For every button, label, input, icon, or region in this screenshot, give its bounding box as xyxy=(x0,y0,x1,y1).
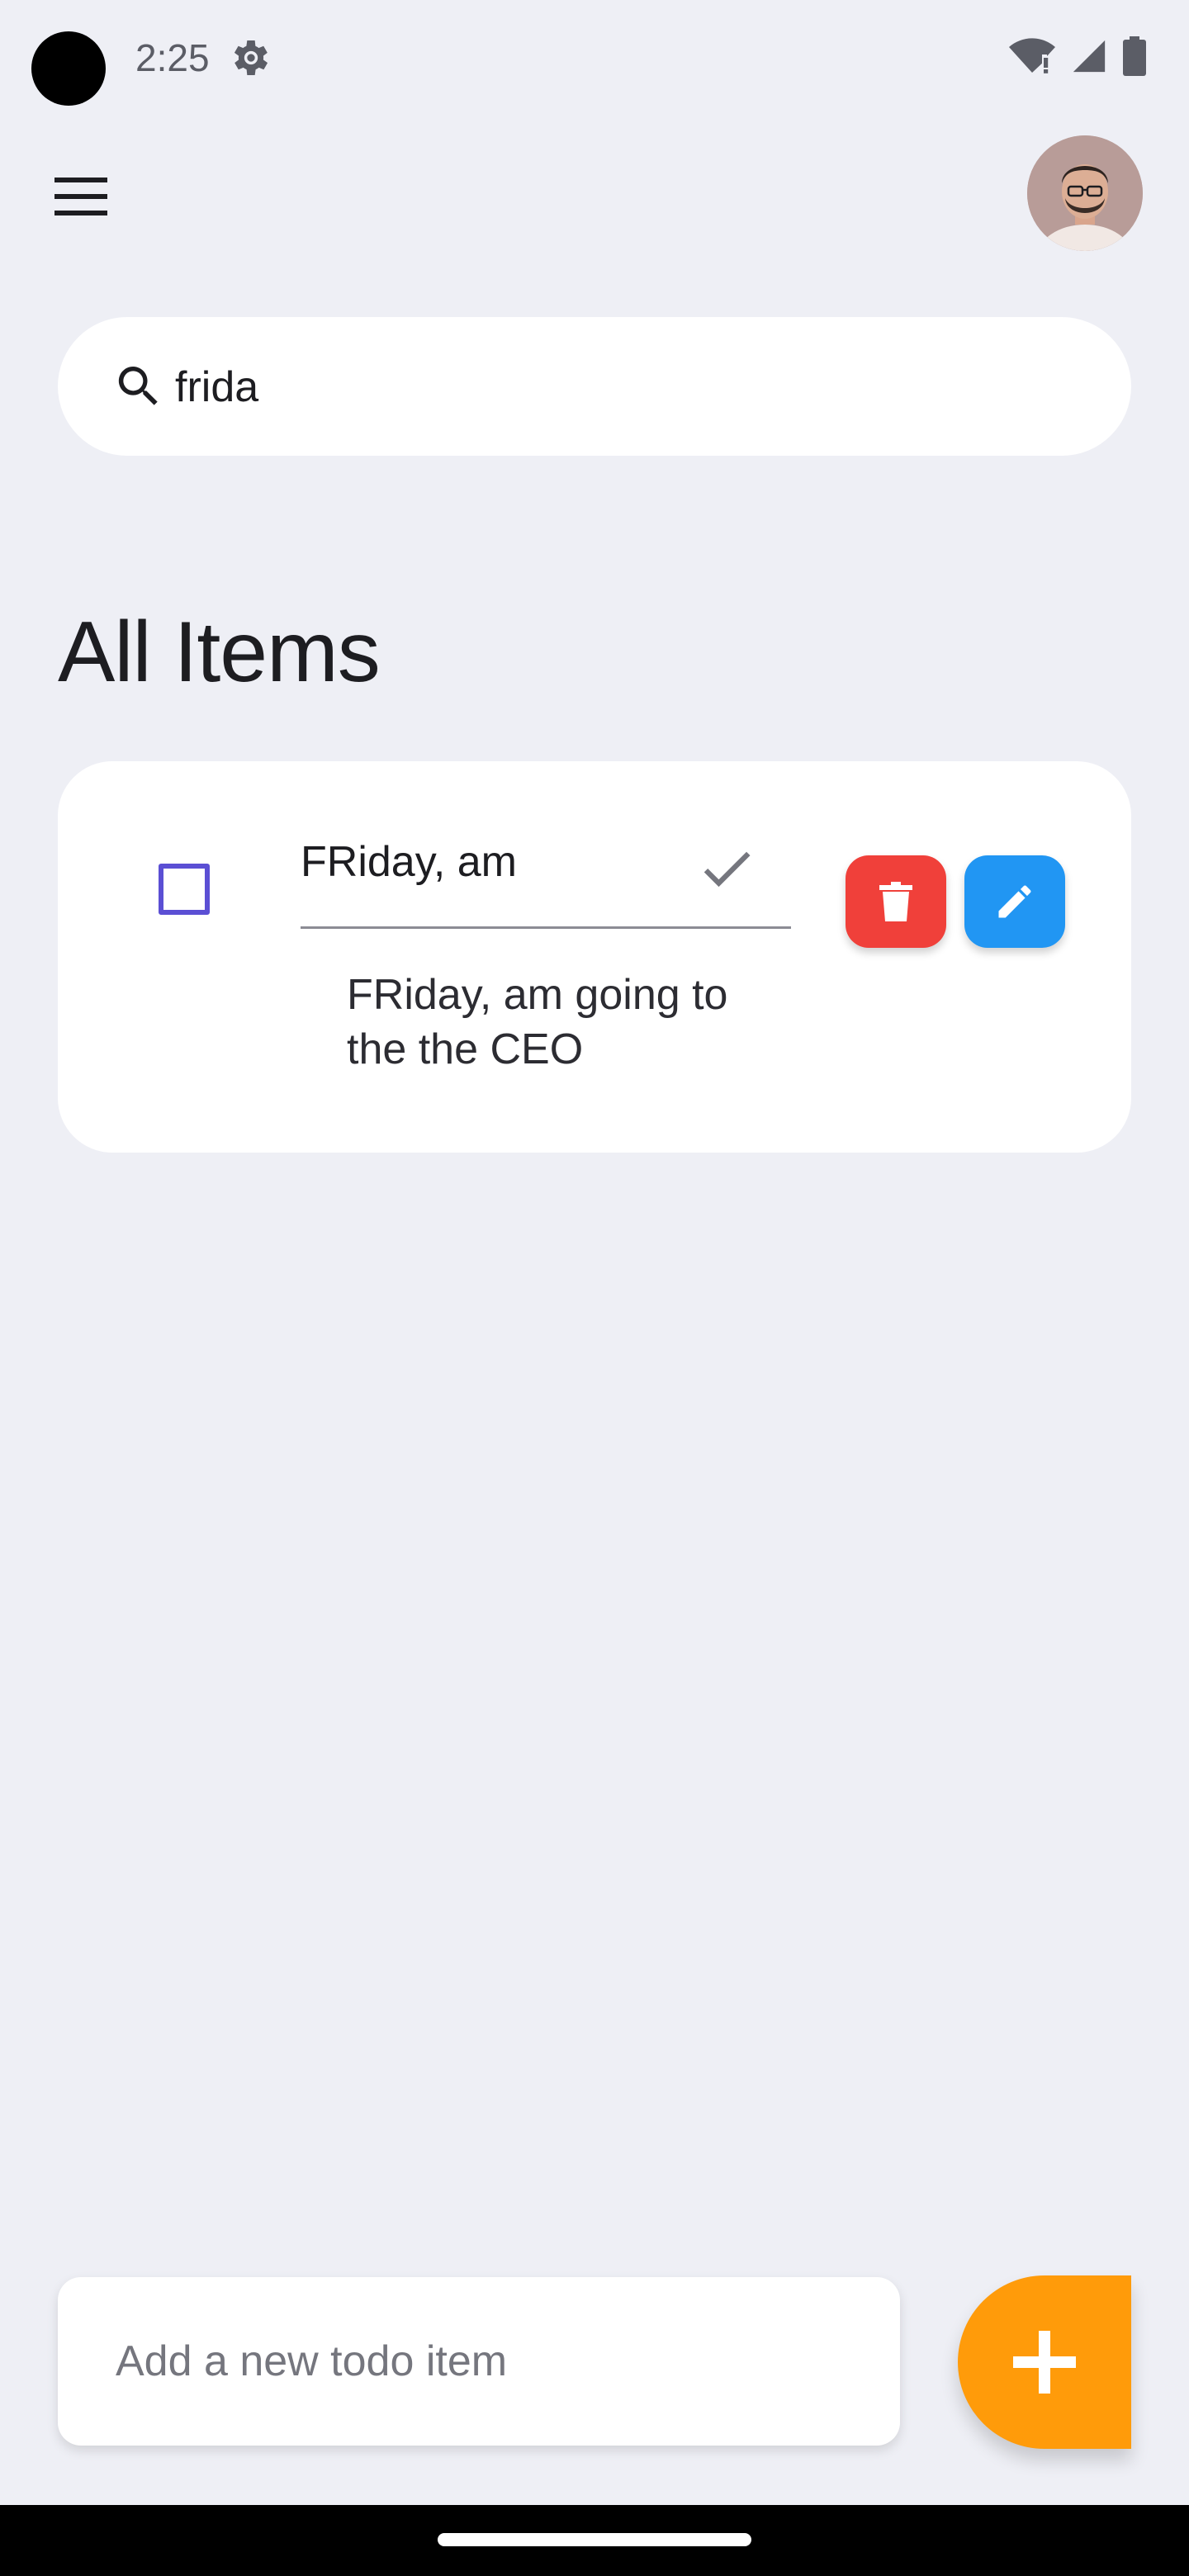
battery-icon xyxy=(1123,36,1146,76)
status-bar: 2:25 xyxy=(0,0,1189,116)
home-indicator[interactable] xyxy=(438,2533,751,2546)
plus-icon xyxy=(1013,2331,1076,2394)
pencil-icon xyxy=(998,885,1031,918)
user-avatar-icon xyxy=(1027,135,1143,251)
page-title: All Items xyxy=(58,604,381,700)
todo-text: FRiday, am going to the the CEO xyxy=(347,971,728,1073)
settings-gear-icon xyxy=(234,40,268,75)
wifi-icon xyxy=(1009,38,1055,73)
todo-checkbox[interactable] xyxy=(159,864,210,915)
hamburger-menu-icon xyxy=(54,178,107,215)
search-input[interactable] xyxy=(175,350,1083,424)
todo-card: FRiday, am going to the the CEO xyxy=(58,761,1131,1153)
edit-button[interactable] xyxy=(964,855,1065,948)
status-time: 2:25 xyxy=(135,36,210,79)
avatar[interactable] xyxy=(1027,135,1143,251)
todo-edit-input[interactable] xyxy=(301,821,680,903)
new-todo-field[interactable] xyxy=(58,2277,900,2446)
check-icon[interactable] xyxy=(695,837,758,900)
todo-edit-field[interactable] xyxy=(301,821,791,929)
delete-button[interactable] xyxy=(846,855,946,948)
trash-icon xyxy=(879,882,912,921)
add-todo-button[interactable] xyxy=(958,2275,1131,2449)
menu-button[interactable] xyxy=(46,162,116,231)
new-todo-input[interactable] xyxy=(116,2323,859,2399)
camera-cutout xyxy=(31,31,106,106)
search-bar[interactable] xyxy=(58,317,1131,456)
cellular-signal-icon xyxy=(1073,40,1106,73)
status-icons xyxy=(1009,36,1146,76)
search-icon xyxy=(118,367,158,405)
